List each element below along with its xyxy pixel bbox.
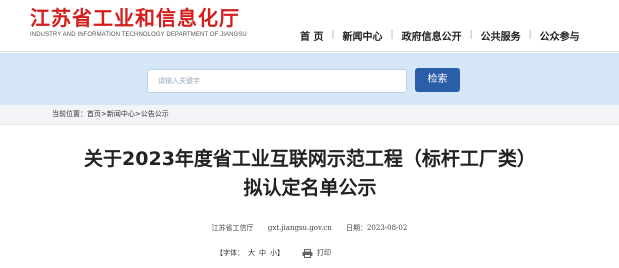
article-meta: 江苏省工信厅 gxt.jiangsu.gov.cn 日期：2023-08-02 (0, 223, 619, 233)
search-button[interactable]: 检索 (415, 68, 460, 92)
font-size-close: 】 (277, 249, 284, 257)
article-title-line1: 关于2023年度省工业互联网示范工程（标杆工厂类） (84, 148, 536, 170)
print-link[interactable]: 打印 (317, 248, 331, 258)
breadcrumb-item-home[interactable]: 首页 (87, 110, 101, 118)
nav-separator: | (528, 30, 532, 40)
site-subtitle: INDUSTRY AND INFORMATION TECHNOLOGY DEPA… (30, 32, 247, 38)
site-title: 江苏省工业和信息化厅 (30, 6, 240, 30)
nav-separator: | (390, 30, 394, 40)
article-site: gxt.jiangsu.gov.cn (267, 224, 332, 232)
font-size-label: 【字体： (216, 249, 244, 257)
nav-item-news[interactable]: 新闻中心 (343, 28, 383, 43)
font-size-small[interactable]: 小 (270, 248, 277, 258)
article-source: 江苏省工信厅 (211, 224, 254, 232)
article-date: 日期：2023-08-02 (346, 224, 407, 232)
nav-separator: | (331, 30, 335, 40)
font-size-medium[interactable]: 中 (259, 248, 266, 258)
date-label: 日期： (345, 224, 367, 232)
breadcrumb-item-notices[interactable]: 公告公示 (141, 110, 169, 118)
nav-item-gov-info[interactable]: 政府信息公开 (402, 28, 462, 43)
main-nav: 首 页 | 新闻中心 | 政府信息公开 | 公共服务 | 公众参与 (300, 24, 600, 46)
article-title-line2: 拟认定名单公示 (243, 177, 377, 199)
breadcrumb-prefix: 当前位置： (52, 110, 87, 118)
date-value: 2023-08-02 (366, 224, 408, 232)
search-input[interactable]: 请输入关键字 (147, 69, 407, 93)
nav-item-home[interactable]: 首 页 (300, 28, 323, 43)
font-size-large[interactable]: 大 (248, 248, 255, 258)
nav-item-public-service[interactable]: 公共服务 (481, 28, 521, 43)
nav-separator: | (469, 30, 473, 40)
nav-item-participation[interactable]: 公众参与 (540, 28, 580, 43)
printer-icon[interactable] (302, 248, 313, 258)
site-logo[interactable]: 江苏省工业和信息化厅 INDUSTRY AND INFORMATION TECH… (30, 6, 270, 38)
breadcrumb-item-news[interactable]: 新闻中心 (107, 110, 135, 118)
search-band: 请输入关键字 检索 (0, 53, 619, 105)
breadcrumb-bar: 当前位置：首页>新闻中心>公告公示 (0, 105, 619, 125)
site-header: 江苏省工业和信息化厅 INDUSTRY AND INFORMATION TECH… (0, 0, 619, 52)
breadcrumb: 当前位置：首页>新闻中心>公告公示 (52, 109, 169, 119)
article-tools: 【字体： 大 中 小 】 打印 (216, 248, 331, 258)
article-title: 关于2023年度省工业互联网示范工程（标杆工厂类） 拟认定名单公示 (20, 145, 600, 203)
